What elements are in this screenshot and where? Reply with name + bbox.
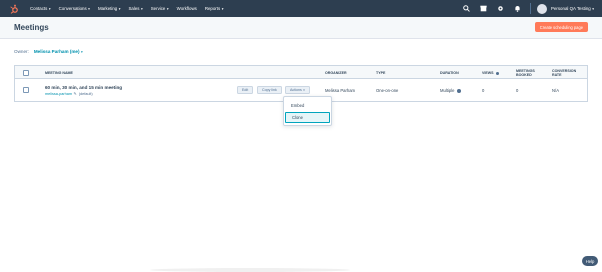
owner-value: Melissa Parham (me) — [33, 49, 80, 54]
table-header: Meeting name Organizer Type Duration Vie… — [15, 66, 587, 79]
owner-dropdown[interactable]: Melissa Parham (me) ▾ — [34, 49, 83, 54]
nav-reports[interactable]: Reports ▾ — [205, 6, 224, 11]
chevron-down-icon: ▾ — [166, 6, 169, 11]
select-all-checkbox[interactable] — [23, 69, 29, 76]
nav-service-label: Service — [150, 6, 166, 11]
account-name: Personal QA Testing — [551, 6, 591, 11]
menu-item-embed[interactable]: Embed — [285, 100, 330, 111]
owner-label: Owner: — [14, 49, 29, 54]
nav-sales[interactable]: Sales ▾ — [128, 6, 142, 11]
account-menu[interactable]: Personal QA Testing ▾ — [551, 6, 594, 11]
chevron-down-icon: ▾ — [48, 6, 51, 11]
footer-divider — [150, 268, 350, 272]
actions-label: Actions — [290, 88, 302, 92]
bell-icon[interactable] — [512, 4, 522, 14]
chevron-down-icon: ▾ — [140, 6, 143, 11]
nav-reports-label: Reports — [204, 6, 221, 11]
nav-sales-label: Sales — [128, 6, 140, 11]
conversion-cell: N/A — [552, 88, 559, 93]
page-title: Meetings — [14, 23, 49, 32]
chevron-down-icon: ▾ — [221, 6, 224, 11]
chevron-down-icon: ▾ — [88, 6, 90, 11]
type-cell: One-on-one — [376, 88, 399, 93]
help-button[interactable]: Help — [582, 256, 598, 266]
nav-marketing[interactable]: Marketing ▾ — [98, 6, 121, 11]
col-conversion-rate[interactable]: Conversion rate — [552, 69, 582, 77]
nav-workflows-label: Workflows — [176, 6, 197, 11]
avatar[interactable] — [537, 3, 548, 14]
marketplace-icon[interactable] — [478, 4, 488, 14]
nav-contacts[interactable]: Contacts ▾ — [30, 6, 51, 11]
owner-filter: Owner: Melissa Parham (me) ▾ — [14, 49, 83, 54]
chevron-down-icon: ▾ — [592, 7, 594, 11]
booked-cell: 0 — [516, 88, 519, 93]
row-checkbox[interactable] — [23, 87, 29, 93]
edit-button[interactable]: Edit — [237, 86, 254, 94]
edit-icon: ✎ — [73, 92, 77, 96]
hubspot-logo-icon[interactable] — [8, 3, 20, 15]
create-scheduling-page-button[interactable]: Create scheduling page — [534, 22, 588, 32]
duration-cell: Multiple — [440, 88, 462, 93]
col-organizer[interactable]: Organizer — [325, 71, 347, 75]
meeting-link-text: melissa-parham — [45, 91, 73, 96]
meeting-link[interactable]: melissa-parham ✎ (default) — [45, 91, 93, 97]
nav-marketing-label: Marketing — [97, 6, 118, 11]
col-views[interactable]: Views — [482, 71, 499, 75]
actions-dropdown-menu: Embed Clone — [283, 96, 332, 126]
organizer-cell: Melissa Parham — [325, 88, 356, 93]
nav-right-group: Personal QA Testing ▾ — [454, 0, 594, 17]
meeting-link-default: (default) — [78, 91, 93, 96]
nav-workflows[interactable]: Workflows — [177, 6, 197, 11]
col-meetings-booked[interactable]: Meetings booked — [516, 69, 544, 77]
chevron-down-icon: ▾ — [303, 88, 305, 92]
info-icon[interactable] — [457, 88, 462, 93]
col-duration[interactable]: Duration — [440, 71, 459, 75]
gear-icon[interactable] — [495, 4, 505, 14]
nav-service[interactable]: Service ▾ — [151, 6, 169, 11]
actions-button[interactable]: Actions ▾ — [285, 86, 310, 94]
page-header: Meetings Create scheduling page — [0, 17, 602, 39]
col-type[interactable]: Type — [376, 71, 385, 75]
col-views-label: Views — [482, 71, 494, 75]
col-meeting-name[interactable]: Meeting name — [45, 71, 73, 75]
chevron-down-icon: ▾ — [118, 6, 121, 11]
top-nav-bar: Contacts ▾ Conversations ▾ Marketing ▾ Sale… — [0, 0, 602, 17]
nav-divider — [530, 3, 532, 14]
views-cell: 0 — [482, 88, 485, 93]
meeting-name[interactable]: 60 min, 30 min, and 15 min meeting — [45, 85, 122, 90]
info-icon[interactable] — [495, 71, 499, 75]
menu-item-clone[interactable]: Clone — [285, 112, 330, 123]
copy-link-button[interactable]: Copy link — [257, 86, 282, 94]
nav-conversations[interactable]: Conversations ▾ — [59, 6, 90, 11]
duration-value: Multiple — [440, 88, 455, 93]
search-icon[interactable] — [461, 4, 471, 14]
nav-contacts-label: Contacts — [30, 6, 48, 11]
nav-conversations-label: Conversations — [58, 6, 87, 11]
chevron-down-icon: ▾ — [81, 50, 83, 54]
